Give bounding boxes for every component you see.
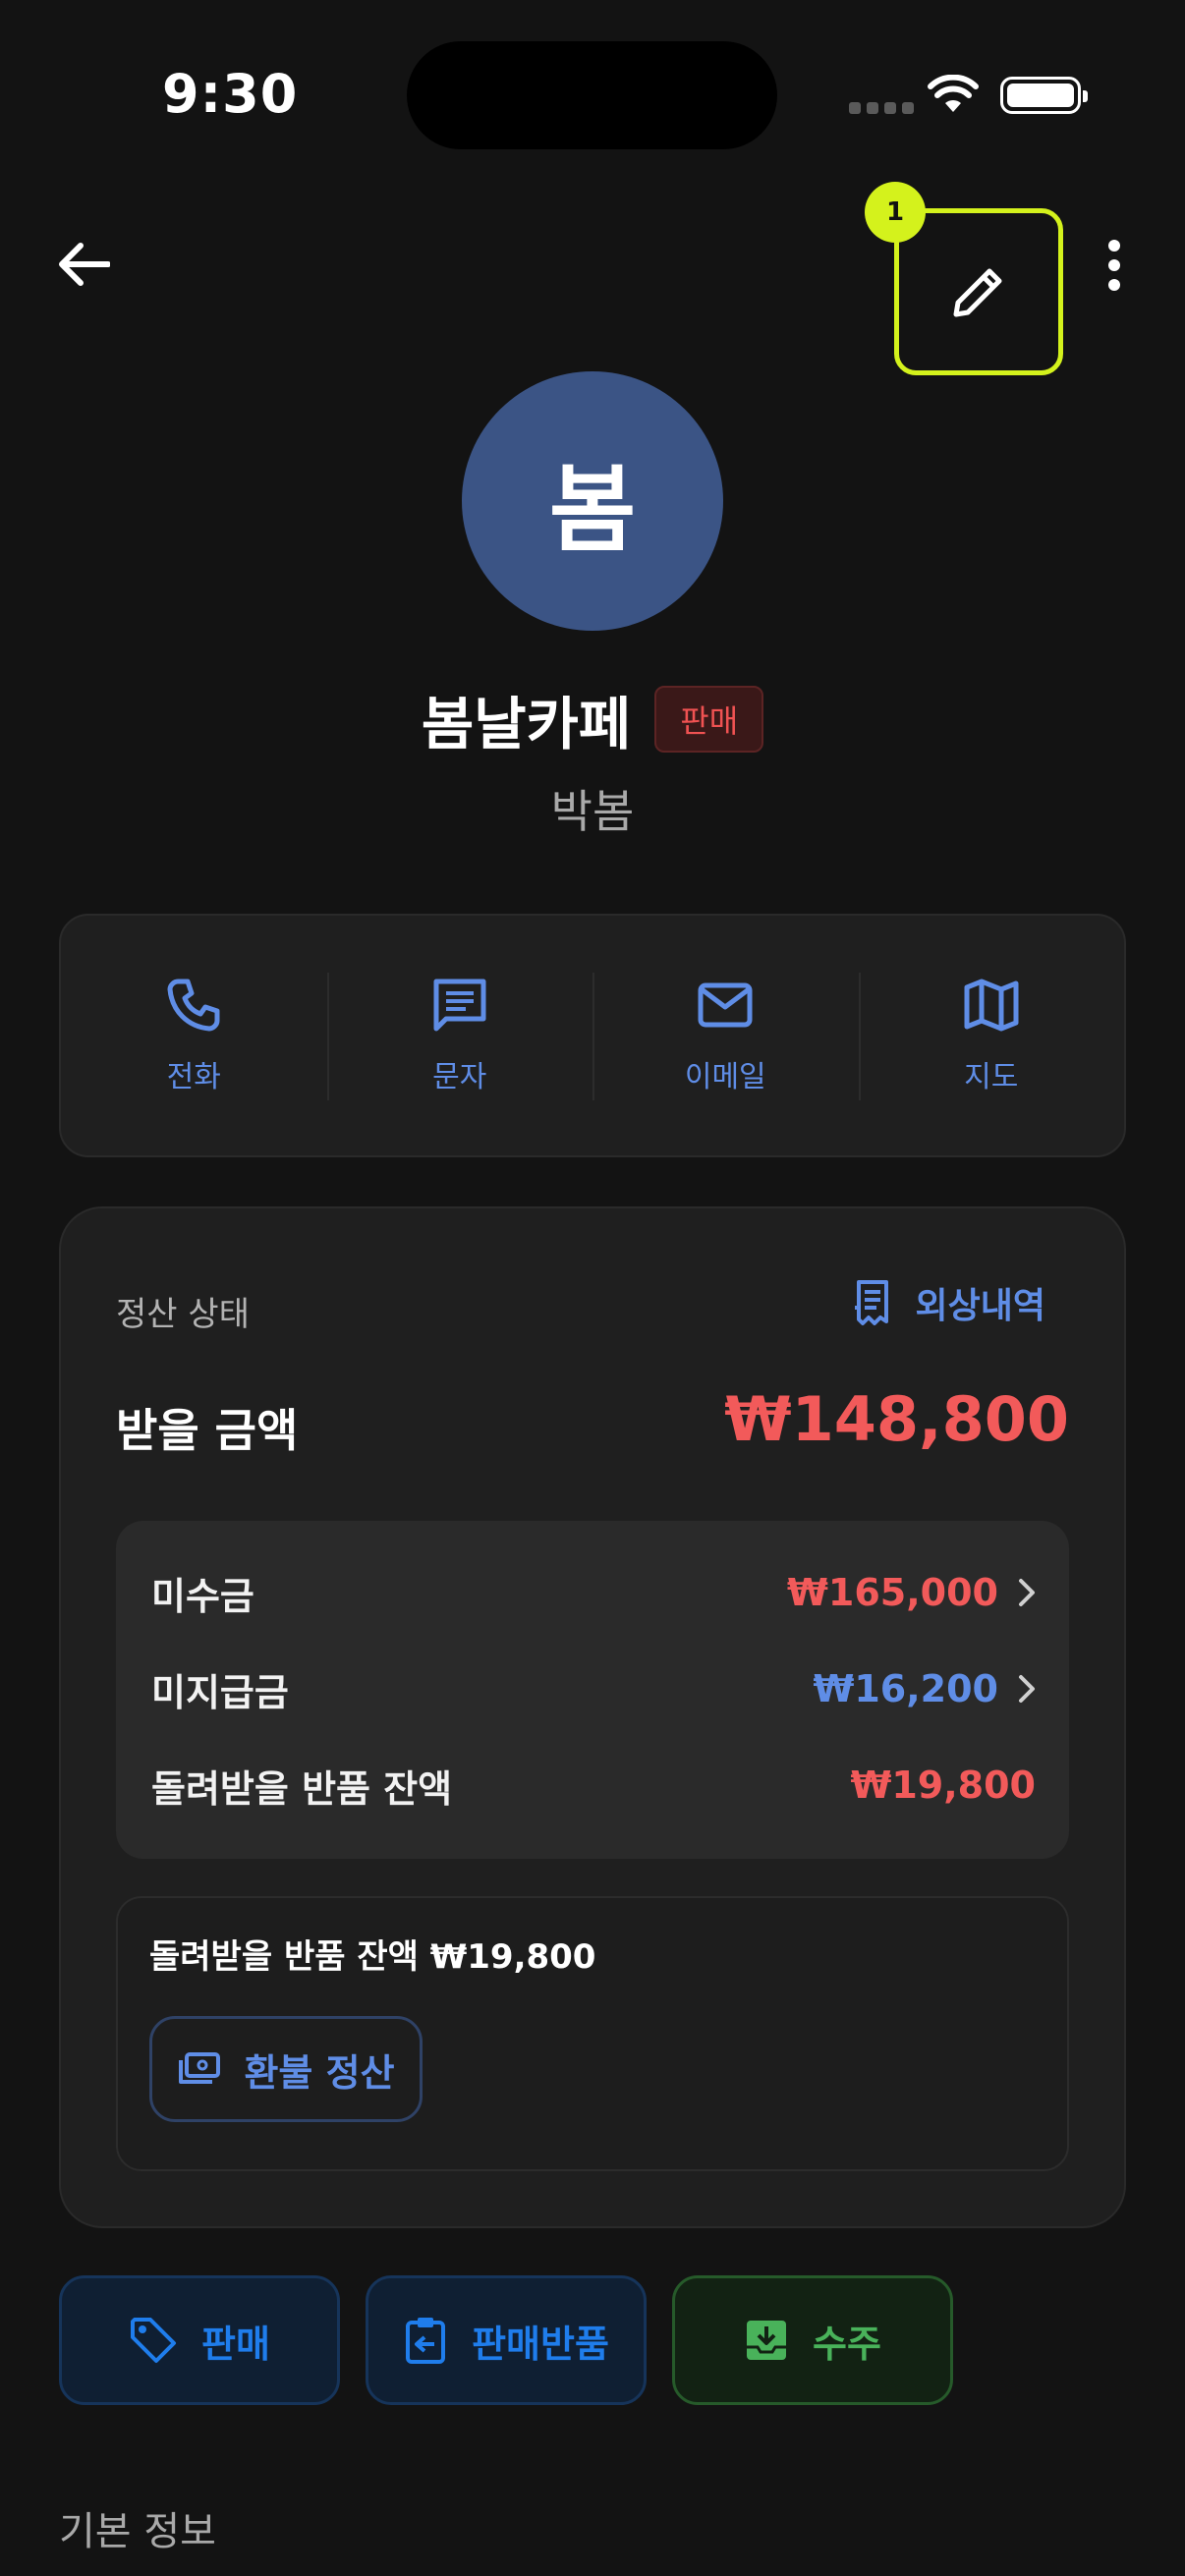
balance-row-return-balance: 돌려받을 반품 잔액 ₩19,800 (151, 1751, 1036, 1820)
refund-settlement-box: 돌려받을 반품 잔액 ₩19,800 환불 정산 (116, 1896, 1069, 2171)
refund-settlement-label: 환불 정산 (244, 2050, 395, 2095)
edit-button[interactable] (894, 208, 1063, 375)
status-time: 9:30 (162, 63, 299, 125)
new-sale-button[interactable]: 판매 (59, 2275, 340, 2405)
receivable-label: 받을 금액 (116, 1404, 299, 1457)
chevron-right-icon (1019, 1579, 1035, 1606)
customer-name: 봄날카페 (421, 691, 632, 757)
cash-icon (179, 2052, 221, 2084)
credit-history-label: 외상내역 (915, 1286, 1045, 1326)
status-bar: 9:30 (0, 0, 1185, 187)
sales-return-button[interactable]: 판매반품 (366, 2275, 647, 2405)
balance-breakdown: 미수금 ₩165,000 미지급금 ₩16,200 돌려받을 반품 잔액 ₩19… (116, 1521, 1069, 1859)
phone-icon (167, 979, 220, 1032)
receipt-icon (854, 1280, 888, 1325)
balance-value: ₩19,800 (850, 1764, 1036, 1807)
balance-row-receivable[interactable]: 미수금 ₩165,000 (151, 1558, 1036, 1627)
battery-icon (1000, 77, 1088, 114)
tag-icon (131, 2318, 177, 2363)
refund-settlement-button[interactable]: 환불 정산 (149, 2016, 423, 2122)
chevron-right-icon (1019, 1675, 1035, 1703)
clipboard-return-icon (406, 2318, 446, 2364)
call-label: 전화 (166, 1060, 221, 1094)
basic-info-section-title: 기본 정보 (59, 2509, 216, 2554)
quick-actions-card: 전화 문자 이메일 지도 (59, 914, 1126, 1157)
balance-value: ₩165,000 (787, 1571, 998, 1614)
email-icon (698, 982, 753, 1028)
sales-order-button[interactable]: 수주 (672, 2275, 953, 2405)
customer-name-row: 봄날카페 판매 (0, 678, 1185, 760)
customer-type-badge: 판매 (654, 686, 764, 753)
balance-label: 돌려받을 반품 잔액 (151, 1766, 453, 1811)
edit-annotation-badge: 1 (865, 182, 926, 243)
message-icon (433, 979, 486, 1032)
more-vertical-icon (1108, 240, 1120, 291)
map-icon (964, 979, 1019, 1032)
contact-person-name: 박봄 (550, 785, 635, 838)
message-button[interactable]: 문자 (326, 916, 593, 1155)
new-sale-label: 판매 (201, 2322, 270, 2366)
more-options-button[interactable] (1091, 236, 1138, 295)
credit-history-link[interactable]: 외상내역 (851, 1277, 1045, 1328)
email-button[interactable]: 이메일 (592, 916, 859, 1155)
inbox-download-icon (747, 2321, 787, 2360)
back-button[interactable] (49, 230, 118, 299)
refund-balance-text: 돌려받을 반품 잔액 ₩19,800 (149, 1937, 596, 1977)
avatar: 봄 (462, 371, 723, 631)
map-button[interactable]: 지도 (858, 916, 1125, 1155)
balance-label: 미지급금 (151, 1670, 289, 1714)
call-button[interactable]: 전화 (61, 916, 327, 1155)
settlement-card: 정산 상태 외상내역 받을 금액 ₩148,800 미수금 ₩165,000 미… (59, 1206, 1126, 2228)
pencil-icon (953, 268, 1002, 317)
sales-order-label: 수주 (813, 2322, 881, 2366)
sales-return-label: 판매반품 (472, 2322, 609, 2366)
map-label: 지도 (964, 1060, 1019, 1094)
balance-label: 미수금 (151, 1574, 254, 1618)
balance-value: ₩16,200 (813, 1667, 998, 1710)
settlement-header: 정산 상태 (116, 1295, 250, 1334)
cellular-signal-icon (849, 102, 914, 114)
wifi-icon (928, 75, 979, 112)
balance-row-payable[interactable]: 미지급금 ₩16,200 (151, 1654, 1036, 1723)
arrow-left-icon (59, 243, 110, 286)
message-label: 문자 (432, 1060, 487, 1094)
receivable-amount: ₩148,800 (724, 1383, 1069, 1455)
dynamic-island (407, 41, 777, 149)
email-label: 이메일 (684, 1060, 766, 1094)
